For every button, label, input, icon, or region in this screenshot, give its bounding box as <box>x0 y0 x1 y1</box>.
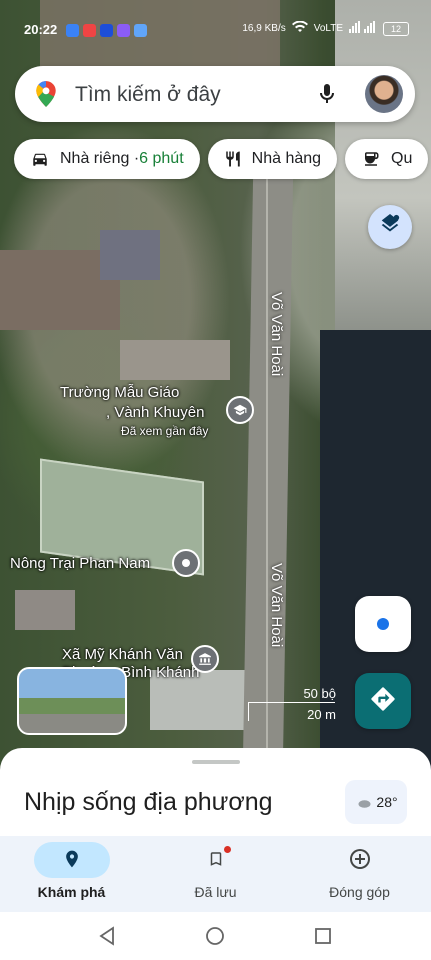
sheet-handle[interactable] <box>192 760 240 764</box>
road-line <box>266 170 268 770</box>
app-icon <box>83 24 96 37</box>
explore-pin-icon <box>62 848 82 873</box>
nav-pill <box>322 842 398 878</box>
nav-contribute[interactable]: Đóng góp <box>288 836 431 912</box>
place-label[interactable]: Xã Mỹ Khánh Văn <box>62 646 183 663</box>
chip-label: Nhà riêng · <box>60 150 140 167</box>
status-bar: 20:22 16,9 KB/s VoLTE 12 <box>0 18 431 42</box>
chip-coffee[interactable]: Qu <box>345 139 429 179</box>
nav-explore[interactable]: Khám phá <box>0 836 143 912</box>
location-dot-icon <box>377 618 389 630</box>
my-location-button[interactable] <box>355 596 411 652</box>
viber-icon <box>117 24 130 37</box>
cloud-icon <box>134 24 147 37</box>
directions-button[interactable] <box>355 673 411 729</box>
building <box>120 340 230 380</box>
chip-eta: 6 phút <box>139 150 184 167</box>
weather-temperature: 28° <box>376 794 398 810</box>
add-circle-icon <box>348 847 372 874</box>
restaurant-icon <box>224 149 242 169</box>
nav-label: Đóng góp <box>329 884 390 900</box>
chip-label: Qu <box>391 150 413 167</box>
status-time: 20:22 <box>24 22 58 37</box>
bottom-navigation: Khám phá Đã lưu Đóng góp <box>0 836 431 912</box>
weather-badge[interactable]: 28° <box>345 780 407 824</box>
government-building-icon[interactable] <box>191 645 219 673</box>
place-note: Đã xem gần đây <box>121 424 209 438</box>
bottom-sheet[interactable]: Nhịp sống địa phương 28° <box>0 748 431 848</box>
layers-icon <box>379 213 401 241</box>
google-maps-logo-icon <box>33 80 59 113</box>
building <box>15 590 75 630</box>
chip-home[interactable]: Nhà riêng · 6 phút <box>14 139 200 179</box>
road <box>242 170 294 770</box>
home-icon[interactable] <box>205 926 225 951</box>
partly-cloudy-night-icon <box>354 793 372 812</box>
directions-icon <box>369 685 397 718</box>
place-pin-icon[interactable] <box>172 549 200 577</box>
street-label: Võ Văn Hoài <box>268 292 285 377</box>
coffee-icon <box>361 150 381 168</box>
notification-dot <box>223 846 231 853</box>
street-view-thumbnail[interactable] <box>17 667 127 735</box>
zalo-icon <box>100 24 113 37</box>
place-label[interactable]: , Vành Khuyên <box>106 404 204 421</box>
back-icon[interactable] <box>98 926 116 951</box>
system-navigation-bar <box>0 912 431 960</box>
nav-pill <box>178 842 254 878</box>
street-label: Võ Văn Hoài <box>268 563 285 648</box>
nav-label: Đã lưu <box>194 884 237 900</box>
battery-icon: 12 <box>383 21 409 36</box>
nav-label: Khám phá <box>37 884 106 900</box>
avatar[interactable] <box>365 75 403 113</box>
layers-button[interactable] <box>368 205 412 249</box>
school-icon[interactable] <box>226 396 254 424</box>
place-label[interactable]: Nông Trại Phan Nam <box>10 555 150 572</box>
chip-restaurants[interactable]: Nhà hàng <box>207 139 338 179</box>
car-icon <box>30 150 50 168</box>
map-scale: 50 bộ 20 m <box>248 686 336 728</box>
bookmark-icon <box>207 848 225 873</box>
chip-label: Nhà hàng <box>251 150 322 167</box>
volte-label: VoLTE <box>313 23 343 34</box>
messenger-icon <box>66 24 79 37</box>
recents-icon[interactable] <box>314 927 332 950</box>
building <box>100 230 160 280</box>
search-input[interactable]: Tìm kiếm ở đây <box>75 83 221 107</box>
microphone-icon[interactable] <box>315 80 339 113</box>
search-bar[interactable]: Tìm kiếm ở đây <box>15 66 415 122</box>
notification-icons <box>66 24 147 37</box>
category-chips: Nhà riêng · 6 phút Nhà hàng Qu <box>14 139 429 179</box>
scale-meters: 20 m <box>307 707 336 722</box>
nav-pill <box>33 842 110 878</box>
signal-icon <box>349 21 377 36</box>
scale-feet: 50 bộ <box>303 686 336 701</box>
network-speed: 16,9 KB/s <box>242 23 286 34</box>
place-label[interactable]: Trường Mẫu Giáo <box>60 384 179 401</box>
nav-saved[interactable]: Đã lưu <box>144 836 287 912</box>
sheet-title: Nhịp sống địa phương <box>24 788 273 816</box>
wifi-icon <box>291 20 308 36</box>
